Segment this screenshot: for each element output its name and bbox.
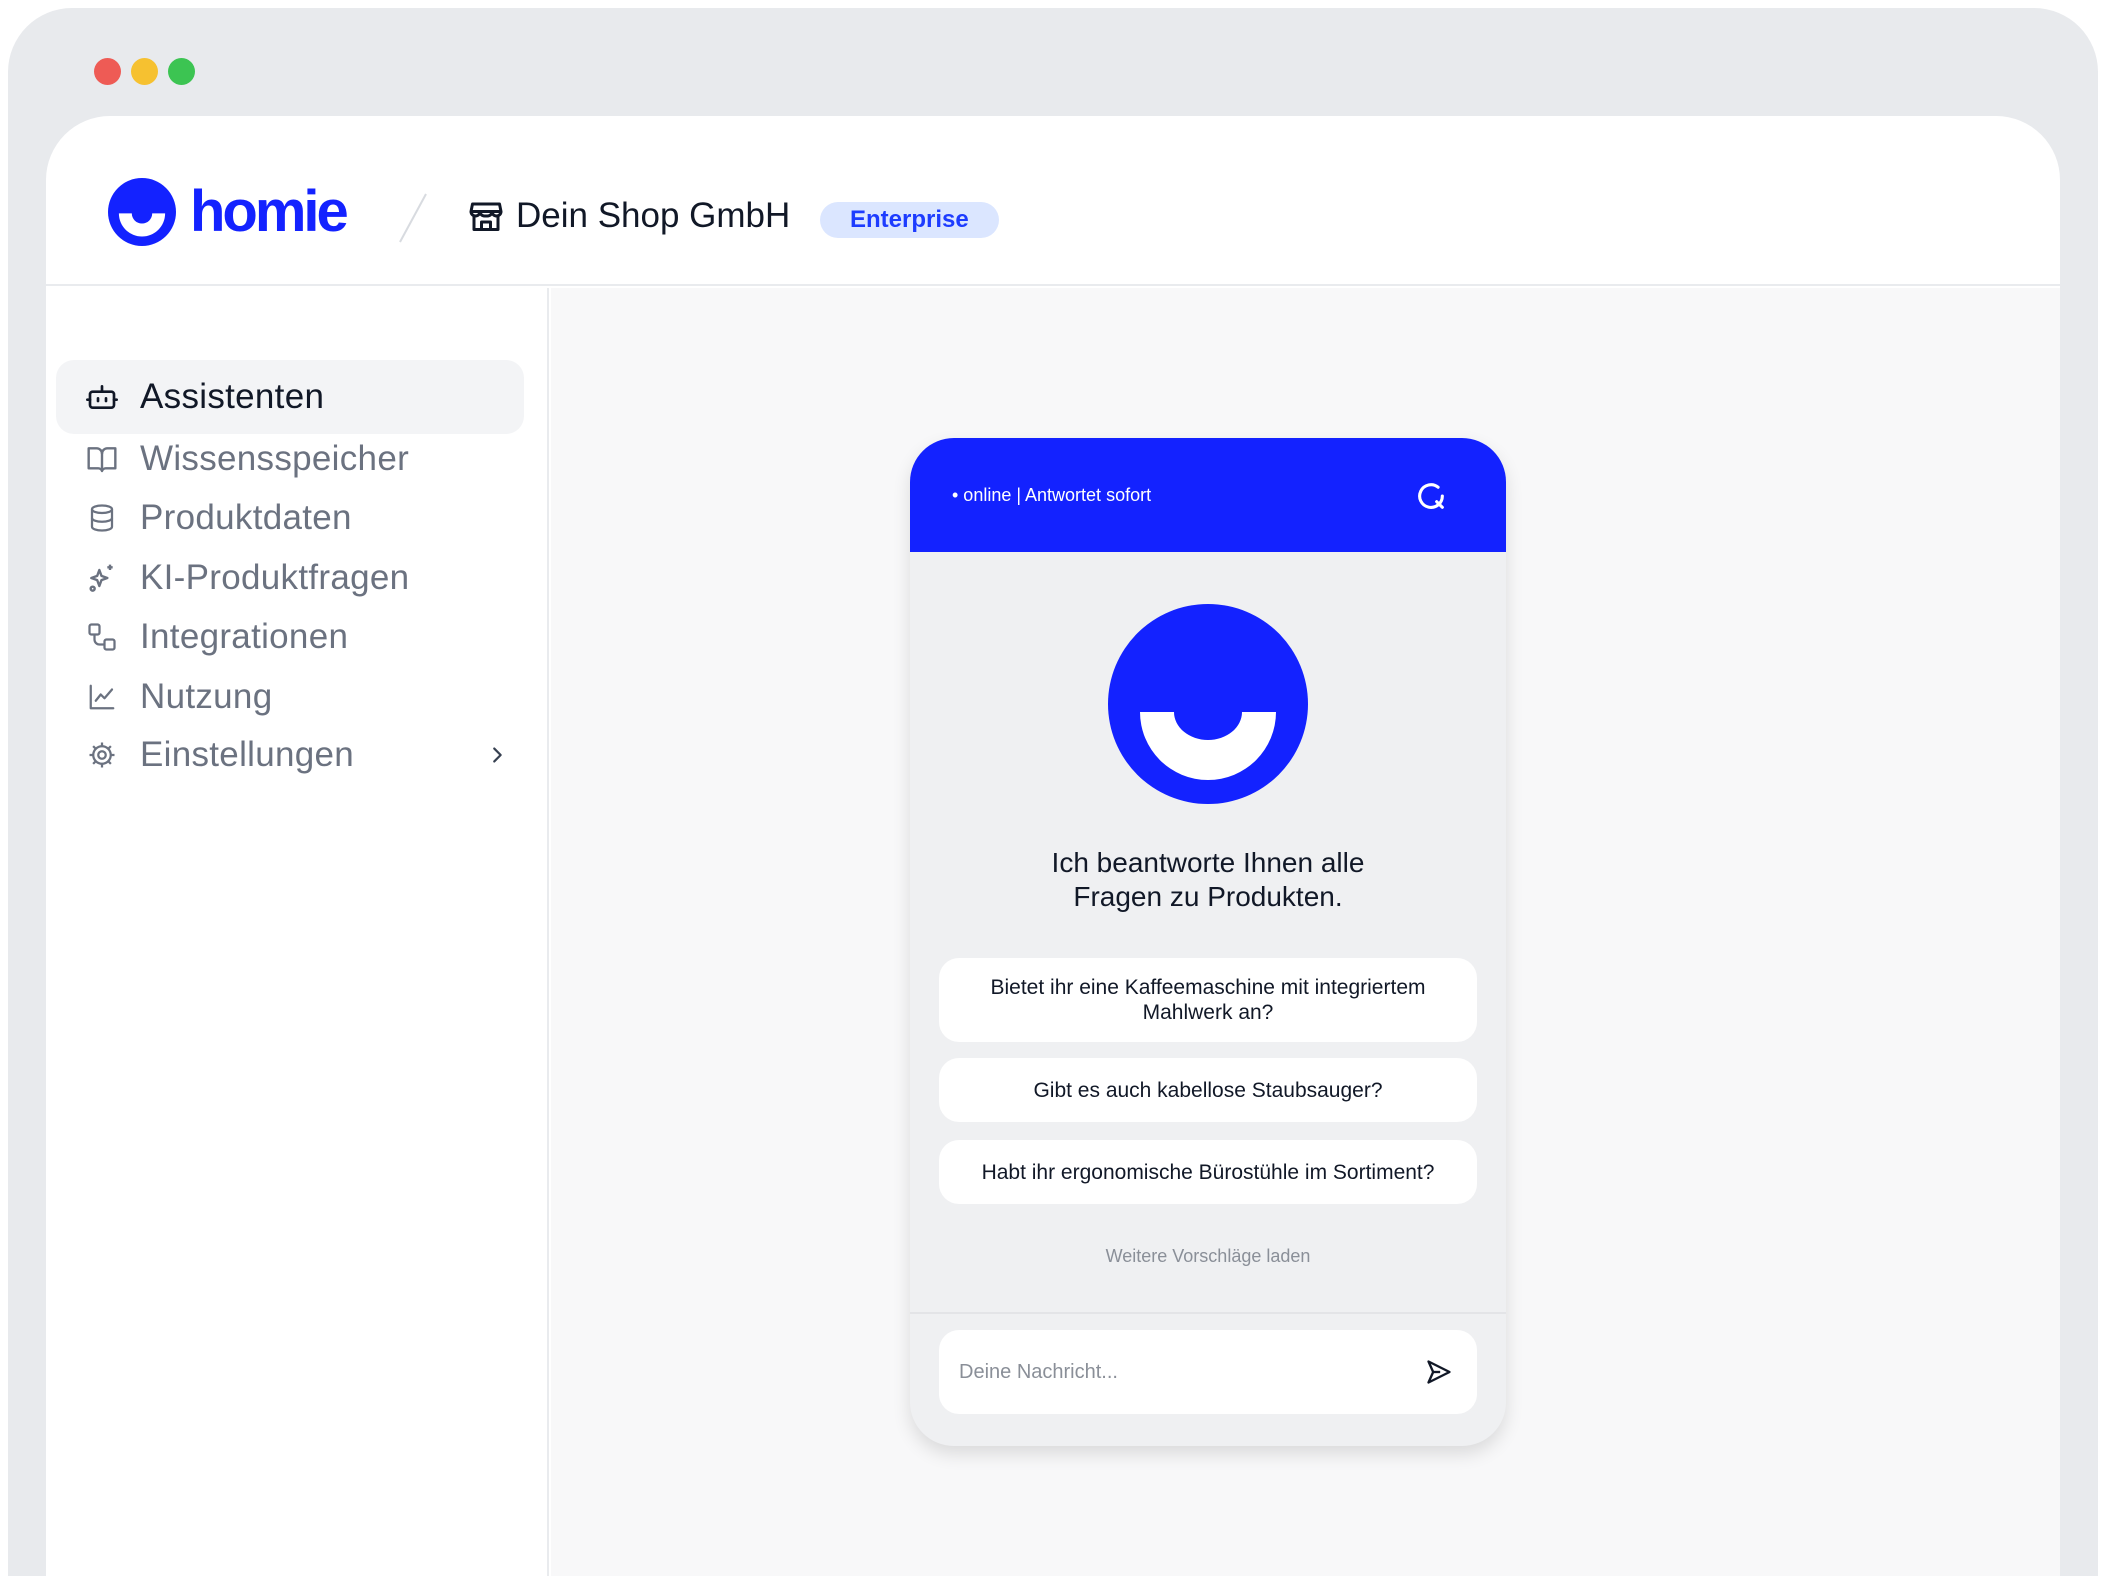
homie-logo[interactable]: homie [108,178,349,246]
brand-name: homie [190,179,349,244]
load-more-suggestions-link[interactable]: Weitere Vorschläge laden [910,1246,1506,1267]
chevron-right-icon [493,747,502,763]
close-window-button[interactable] [94,58,121,85]
suggestion-button[interactable]: Bietet ihr eine Kaffeemaschine mit integ… [939,958,1477,1042]
chat-input-area [910,1312,1506,1446]
sidebar-item-einstellungen[interactable]: Einstellungen [56,718,524,792]
main-content: • online | Antwortet sofort Ich beantwor… [551,288,2060,1576]
database-icon [86,502,118,534]
gear-icon [86,739,118,771]
sidebar-item-label: Integrationen [140,617,349,656]
message-input-container [939,1330,1477,1414]
chat-widget-preview: • online | Antwortet sofort Ich beantwor… [910,438,1506,1446]
greeting-line-1: Ich beantworte Ihnen alle [1051,847,1365,878]
sidebar-item-label: Assistenten [140,377,325,416]
minimize-window-button[interactable] [131,58,158,85]
sparkles-icon [86,562,118,594]
store-icon [469,202,503,231]
app-frame: homie Dein Shop GmbH Enterprise Assisten… [46,116,2060,1576]
online-status: • online | Antwortet sofort [952,485,1152,505]
suggestion-button[interactable]: Gibt es auch kabellose Staubsauger? [939,1058,1477,1122]
sidebar: Assistenten Wissensspeicher Produktdaten [46,288,549,1576]
chart-line-icon [86,681,118,713]
homie-logo-icon [108,178,176,246]
greeting-line-2: Fragen zu Produkten. [1073,881,1343,912]
suggestion-button[interactable]: Habt ihr ergonomische Bürostühle im Sort… [939,1140,1477,1204]
refresh-icon[interactable] [1414,479,1448,513]
send-icon[interactable] [1425,1358,1453,1386]
chat-widget-header: • online | Antwortet sofort [910,438,1506,552]
book-icon [86,443,118,475]
sidebar-item-label: Wissensspeicher [140,439,410,478]
sidebar-item-label: Produktdaten [140,498,352,537]
message-input[interactable] [959,1330,1399,1414]
greeting-text: Ich beantworte Ihnen alle Fragen zu Prod… [910,846,1506,914]
sidebar-item-label: Nutzung [140,677,273,716]
sidebar-item-label: Einstellungen [140,735,355,774]
sidebar-item-label: KI-Produktfragen [140,558,410,597]
shop-name: Dein Shop GmbH [516,196,791,235]
plan-badge: Enterprise [820,202,999,238]
breadcrumb-divider [399,193,427,243]
assistant-avatar-icon [1108,604,1308,804]
integrations-icon [86,621,118,653]
shop-switcher[interactable]: Dein Shop GmbH [468,196,790,236]
top-header: homie Dein Shop GmbH Enterprise [46,116,2060,286]
robot-icon [86,381,118,413]
maximize-window-button[interactable] [168,58,195,85]
